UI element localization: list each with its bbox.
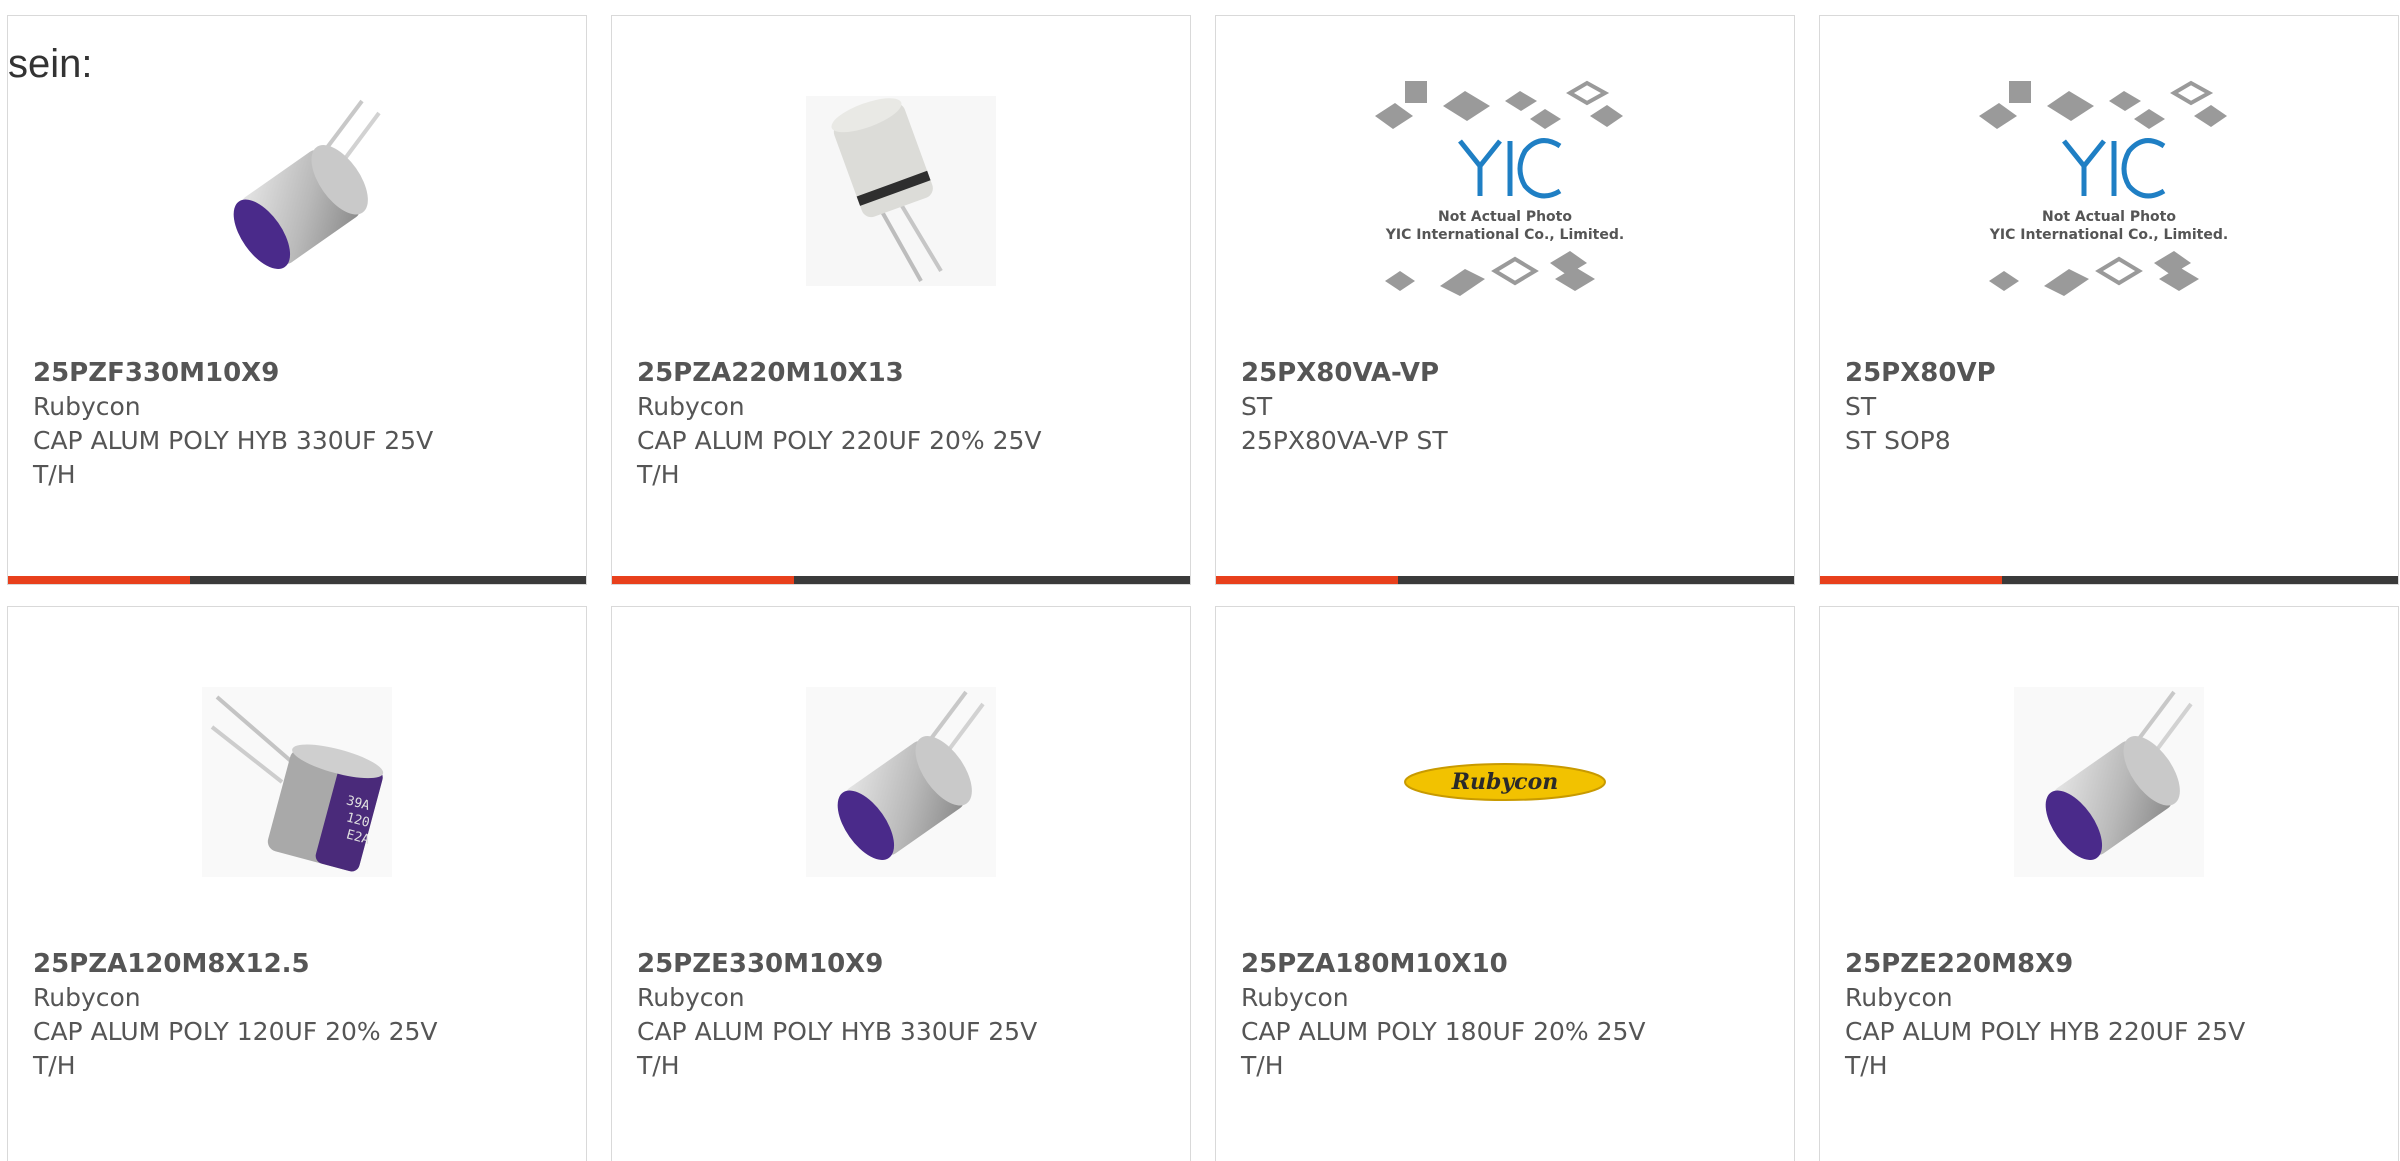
product-card[interactable]: 25PZE330M10X9 Rubycon CAP ALUM POLY HYB … [611, 606, 1191, 1161]
product-image: 39A 120 E2A [8, 667, 586, 897]
product-image [1820, 667, 2398, 897]
description: CAP ALUM POLY 120UF 20% 25V T/H [33, 1017, 438, 1080]
description: CAP ALUM POLY HYB 330UF 25V T/H [637, 1017, 1038, 1080]
manufacturer: Rubycon [1845, 983, 1953, 1012]
product-card[interactable]: 39A 120 E2A 25PZA120M8X12.5 Rubycon CAP … [7, 606, 587, 1161]
product-image: Not Actual Photo YIC International Co., … [1216, 76, 1794, 306]
part-number[interactable]: 25PZA180M10X10 [1241, 947, 1761, 981]
product-card[interactable]: 25PZA220M10X13 Rubycon CAP ALUM POLY 220… [611, 15, 1191, 585]
part-number[interactable]: 25PZA220M10X13 [637, 356, 1157, 390]
product-image: Rubycon [1216, 667, 1794, 897]
capacitor-marked-icon: 39A 120 E2A [202, 687, 392, 877]
product-card[interactable]: 25PZE220M8X9 Rubycon CAP ALUM POLY HYB 2… [1819, 606, 2399, 1161]
card-accent-bar [1216, 576, 1398, 584]
manufacturer: Rubycon [1241, 983, 1349, 1012]
card-accent-bar [1820, 576, 2002, 584]
card-bottom-bar [1216, 576, 1794, 584]
rubycon-logo-icon: Rubycon [1404, 763, 1606, 801]
card-accent-bar [612, 576, 794, 584]
card-bottom-bar [8, 576, 586, 584]
description: CAP ALUM POLY 180UF 20% 25V T/H [1241, 1017, 1646, 1080]
product-card[interactable]: Not Actual Photo YIC International Co., … [1819, 15, 2399, 585]
capacitor-tall-icon [806, 96, 996, 286]
product-image [612, 76, 1190, 306]
placeholder-caption-line2: YIC International Co., Limited. [1989, 227, 2228, 243]
card-bottom-bar [1820, 576, 2398, 584]
manufacturer: ST [1241, 392, 1273, 421]
product-card[interactable]: Not Actual Photo YIC International Co., … [1215, 15, 1795, 585]
capacitor-purple-icon [2014, 687, 2204, 877]
part-number[interactable]: 25PX80VA-VP [1241, 356, 1761, 390]
manufacturer: ST [1845, 392, 1877, 421]
part-number[interactable]: 25PZE330M10X9 [637, 947, 1157, 981]
card-accent-bar [8, 576, 190, 584]
product-image [8, 76, 586, 306]
placeholder-caption-line1: Not Actual Photo [2042, 209, 2176, 225]
rubycon-logo-text: Rubycon [1451, 769, 1559, 795]
description: CAP ALUM POLY HYB 330UF 25V T/H [33, 426, 434, 489]
capacitor-purple-icon [806, 687, 996, 877]
product-card[interactable]: Rubycon 25PZA180M10X10 Rubycon CAP ALUM … [1215, 606, 1795, 1161]
manufacturer: Rubycon [33, 983, 141, 1012]
product-image: Not Actual Photo YIC International Co., … [1820, 76, 2398, 306]
description: CAP ALUM POLY 220UF 20% 25V T/H [637, 426, 1042, 489]
placeholder-caption-line2: YIC International Co., Limited. [1385, 227, 1624, 243]
manufacturer: Rubycon [637, 983, 745, 1012]
description: ST SOP8 [1845, 426, 1951, 455]
yic-placeholder-icon: Not Actual Photo YIC International Co., … [1375, 80, 1624, 296]
manufacturer: Rubycon [33, 392, 141, 421]
heading-fragment: sein: [8, 42, 93, 86]
placeholder-caption-line1: Not Actual Photo [1438, 209, 1572, 225]
yic-placeholder-icon: Not Actual Photo YIC International Co., … [1979, 80, 2228, 296]
description: CAP ALUM POLY HYB 220UF 25V T/H [1845, 1017, 2246, 1080]
product-grid: 25PZF330M10X9 Rubycon CAP ALUM POLY HYB … [7, 15, 2399, 1161]
product-image [612, 667, 1190, 897]
part-number[interactable]: 25PZE220M8X9 [1845, 947, 2365, 981]
description: 25PX80VA-VP ST [1241, 426, 1448, 455]
part-number[interactable]: 25PZF330M10X9 [33, 356, 553, 390]
capacitor-purple-icon [233, 99, 381, 269]
product-listing-page: sein: 25PZF330M10X9 Rubycon CAP ALUM POL… [0, 0, 2400, 1161]
card-bottom-bar [612, 576, 1190, 584]
part-number[interactable]: 25PZA120M8X12.5 [33, 947, 553, 981]
product-card[interactable]: 25PZF330M10X9 Rubycon CAP ALUM POLY HYB … [7, 15, 587, 585]
part-number[interactable]: 25PX80VP [1845, 356, 2365, 390]
manufacturer: Rubycon [637, 392, 745, 421]
